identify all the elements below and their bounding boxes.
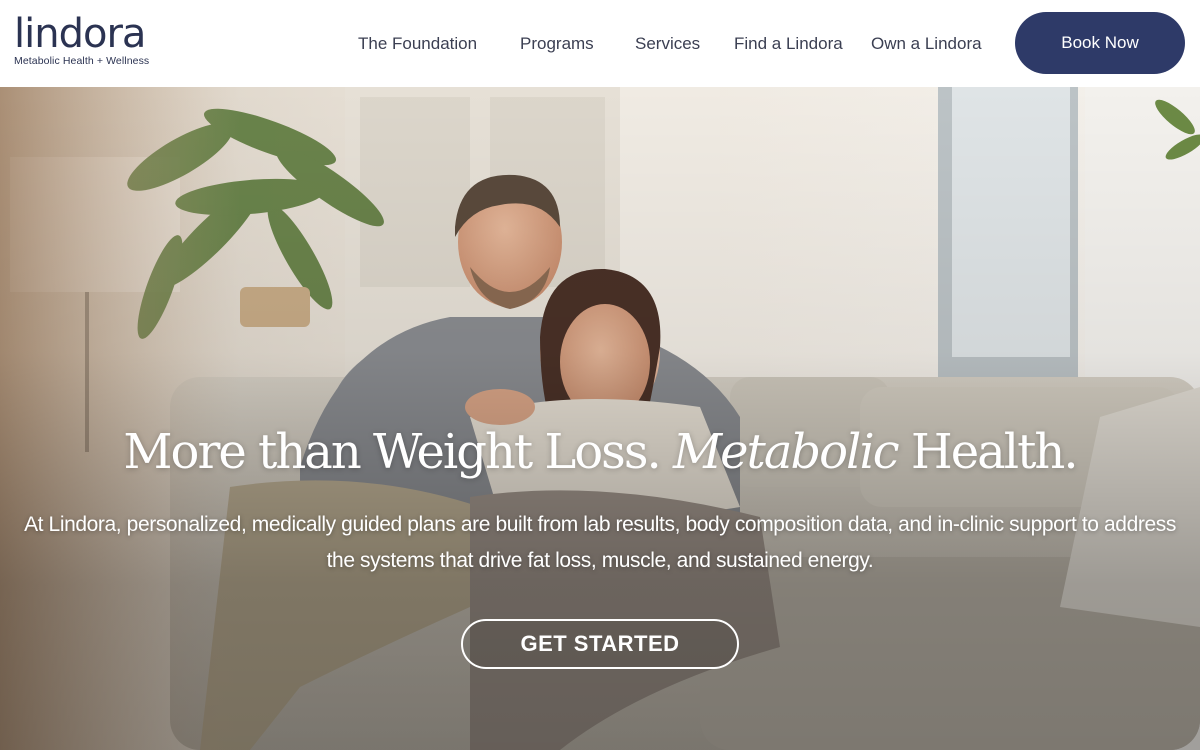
nav-the-foundation[interactable]: The Foundation [358,33,477,55]
logo-tagline: Metabolic Health + Wellness [14,55,150,67]
hero-title-part1: More than Weight Loss. [123,424,661,480]
nav-own-a-lindora[interactable]: Own a Lindora [871,33,982,55]
get-started-button[interactable]: GET STARTED [461,619,739,669]
logo-wordmark: lindora [14,11,146,57]
nav-find-a-lindora[interactable]: Find a Lindora [734,33,843,55]
hero-section: More than Weight Loss. Metabolic Health.… [0,87,1200,750]
book-now-button[interactable]: Book Now [1015,12,1185,74]
hero-subtitle: At Lindora, personalized, medically guid… [24,513,1176,572]
hero-title: More than Weight Loss. Metabolic Health. [0,422,1200,482]
nav-services[interactable]: Services [635,33,700,55]
lindora-logo[interactable]: lindora Metabolic Health + Wellness [14,14,149,67]
hero-title-italic: Metabolic [672,424,900,480]
site-header: lindora Metabolic Health + Wellness The … [0,0,1200,87]
hero-title-part2: Health. [910,424,1079,480]
nav-programs[interactable]: Programs [520,33,594,55]
